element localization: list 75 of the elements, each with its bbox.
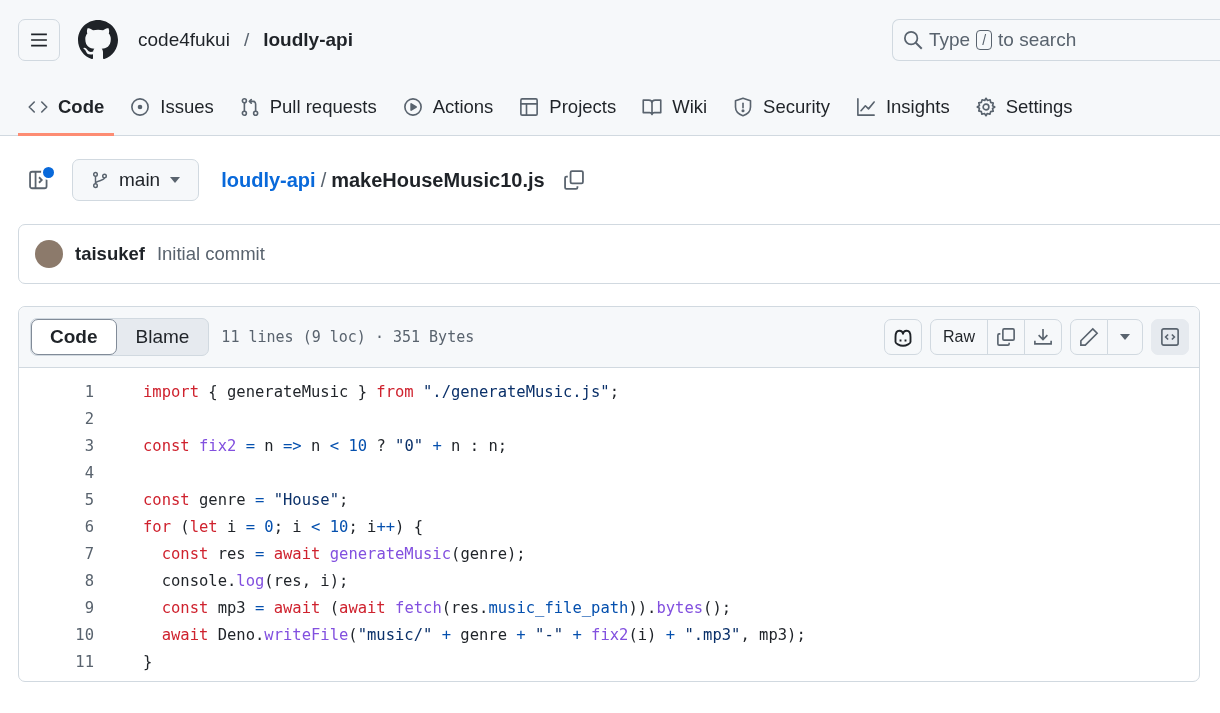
branch-selector[interactable]: main bbox=[72, 159, 200, 201]
code-line: for (let i = 0; i < 10; i++) { bbox=[143, 517, 424, 536]
line-number: 11 bbox=[74, 652, 94, 671]
file-name: makeHouseMusic10.js bbox=[331, 168, 545, 192]
repo-tab[interactable]: Security bbox=[723, 80, 840, 136]
code-line: console.log(res, i); bbox=[160, 571, 349, 590]
owner-link[interactable]: code4fukui bbox=[138, 29, 230, 51]
code-line: import { generateMusic } from "./generateMusic.js"; bbox=[143, 382, 619, 401]
line-number: 2 bbox=[83, 409, 94, 428]
settings-icon bbox=[975, 96, 996, 117]
line-number: 4 bbox=[83, 463, 94, 482]
repo-tab[interactable]: Actions bbox=[392, 80, 504, 136]
search-placeholder: Type bbox=[929, 29, 971, 51]
octocat-logo-icon[interactable] bbox=[78, 20, 118, 60]
path-separator: / bbox=[243, 29, 250, 51]
caret-icon bbox=[170, 177, 181, 183]
line-number: 8 bbox=[83, 571, 94, 590]
commit-author[interactable]: taisukef bbox=[75, 243, 145, 265]
branch-icon bbox=[91, 171, 109, 189]
copilot-icon bbox=[893, 327, 913, 347]
book-icon bbox=[642, 96, 663, 117]
repo-tab[interactable]: Pull requests bbox=[229, 80, 387, 136]
line-number: 1 bbox=[83, 382, 94, 401]
file-info: 11 lines (9 loc) · 351 Bytes bbox=[221, 328, 475, 346]
path-separator: / bbox=[320, 168, 327, 192]
caret-icon bbox=[1120, 334, 1130, 340]
view-tab[interactable]: Code bbox=[31, 319, 117, 355]
edit-button[interactable] bbox=[1070, 319, 1108, 355]
code-line: } bbox=[143, 652, 153, 671]
table-icon bbox=[519, 96, 540, 117]
slash-key-hint: / bbox=[976, 30, 993, 50]
circle-dot-icon bbox=[130, 96, 151, 117]
menu-button[interactable] bbox=[18, 19, 60, 61]
menu-icon bbox=[30, 31, 48, 49]
repo-tab[interactable]: Projects bbox=[509, 80, 627, 136]
line-number: 6 bbox=[83, 517, 94, 536]
pencil-icon bbox=[1079, 327, 1099, 347]
play-icon bbox=[402, 96, 423, 117]
code-square-icon bbox=[1160, 327, 1180, 347]
sidebar-panel-icon bbox=[28, 169, 50, 191]
repo-link[interactable]: loudly-api bbox=[221, 168, 316, 192]
line-number: 10 bbox=[74, 625, 94, 644]
graph-icon bbox=[855, 96, 876, 117]
copy-icon bbox=[562, 169, 585, 191]
copy-icon bbox=[996, 327, 1016, 347]
repo-tab[interactable]: Settings bbox=[965, 80, 1083, 136]
repo-tab[interactable]: Issues bbox=[120, 80, 224, 136]
commit-message[interactable]: Initial commit bbox=[156, 243, 265, 265]
code-line: const mp3 = await (await fetch(res.music_file_path)).bytes(); bbox=[160, 598, 732, 617]
line-number: 5 bbox=[83, 490, 94, 509]
repo-link[interactable]: loudly-api bbox=[263, 29, 353, 51]
search-field[interactable]: Type / to search bbox=[892, 19, 1220, 61]
search-placeholder: to search bbox=[998, 29, 1077, 51]
code-line: await Deno.writeFile("music/" + genre + "-" + fix2(i) + ".mp3", mp3); bbox=[160, 625, 806, 644]
pull-request-icon bbox=[239, 96, 260, 117]
code-line: const res = await generateMusic(genre); bbox=[160, 544, 526, 563]
line-number: 3 bbox=[83, 436, 94, 455]
shield-icon bbox=[733, 96, 754, 117]
repo-tab[interactable]: Insights bbox=[845, 80, 960, 136]
raw-button[interactable]: Raw bbox=[930, 319, 988, 355]
code-line: const genre = "House"; bbox=[143, 490, 349, 509]
repo-tab[interactable]: Wiki bbox=[632, 80, 718, 136]
repo-tab[interactable]: Code bbox=[18, 80, 115, 136]
view-tab[interactable]: Blame bbox=[116, 319, 209, 355]
copy-button[interactable] bbox=[987, 319, 1025, 355]
line-number: 9 bbox=[83, 598, 94, 617]
line-number: 7 bbox=[83, 544, 94, 563]
code-line: const fix2 = n => n < 10 ? "0" + n : n; bbox=[143, 436, 508, 455]
avatar bbox=[35, 240, 63, 268]
edit-options-button[interactable] bbox=[1107, 319, 1143, 355]
copilot-button[interactable] bbox=[884, 319, 922, 355]
download-button[interactable] bbox=[1024, 319, 1062, 355]
symbols-button[interactable] bbox=[1151, 319, 1189, 355]
search-icon bbox=[903, 30, 923, 50]
download-icon bbox=[1033, 327, 1053, 347]
